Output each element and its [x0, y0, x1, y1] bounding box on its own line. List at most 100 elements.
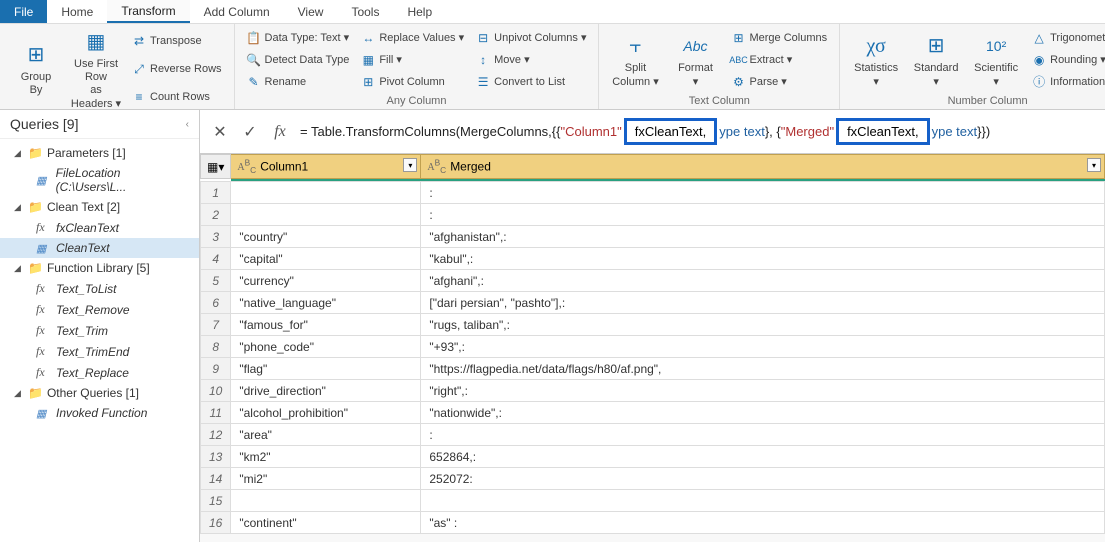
pivot-button[interactable]: ⊞Pivot Column [357, 74, 468, 91]
cell[interactable]: "native_language" [231, 292, 421, 314]
query-item[interactable]: ▦Invoked Function [0, 403, 199, 423]
query-item[interactable]: ▦CleanText [0, 238, 199, 258]
table-row[interactable]: 10"drive_direction""right",: [201, 380, 1105, 402]
cell[interactable]: "afghanistan",: [421, 226, 1105, 248]
row-number[interactable]: 8 [201, 336, 231, 358]
cell[interactable] [231, 490, 421, 512]
rename-button[interactable]: ✎Rename [243, 74, 354, 91]
query-group[interactable]: ◢📁Parameters [1] [0, 143, 199, 163]
table-row[interactable]: 14 "mi2"252072: [201, 468, 1105, 490]
filter-icon[interactable]: ▾ [403, 158, 417, 172]
column-header[interactable]: ABCColumn1▾ [231, 155, 421, 179]
cell[interactable]: "phone_code" [231, 336, 421, 358]
cell[interactable]: : [421, 182, 1105, 204]
cell[interactable]: "famous_for" [231, 314, 421, 336]
unpivot-button[interactable]: ⊟Unpivot Columns ▾ [472, 30, 590, 47]
cell[interactable]: "flag" [231, 358, 421, 380]
row-number[interactable]: 1 [201, 182, 231, 204]
cell[interactable]: "drive_direction" [231, 380, 421, 402]
cell[interactable]: "nationwide",: [421, 402, 1105, 424]
query-item[interactable]: fxText_ToList [0, 278, 199, 299]
cell[interactable]: "right",: [421, 380, 1105, 402]
cell[interactable]: "alcohol_prohibition" [231, 402, 421, 424]
cell[interactable] [421, 490, 1105, 512]
information-button[interactable]: ⓘInformation ▾ [1028, 74, 1105, 91]
table-row[interactable]: 8"phone_code""+93",: [201, 336, 1105, 358]
row-number[interactable]: 2 [201, 204, 231, 226]
cell[interactable]: "afghani",: [421, 270, 1105, 292]
query-item[interactable]: fxText_Remove [0, 299, 199, 320]
format-button[interactable]: Abc Format ▾ [667, 28, 723, 93]
accept-formula-button[interactable]: ✓ [240, 122, 260, 142]
row-number[interactable]: 5 [201, 270, 231, 292]
query-group[interactable]: ◢📁Function Library [5] [0, 258, 199, 278]
cell[interactable]: "https://flagpedia.net/data/flags/h80/af… [421, 358, 1105, 380]
tab-tools[interactable]: Tools [337, 0, 393, 23]
merge-columns-button[interactable]: ⊞Merge Columns [727, 30, 831, 47]
table-row[interactable]: 9"flag""https://flagpedia.net/data/flags… [201, 358, 1105, 380]
query-item[interactable]: fxText_Trim [0, 320, 199, 341]
query-group[interactable]: ◢📁Other Queries [1] [0, 383, 199, 403]
tab-add-column[interactable]: Add Column [190, 0, 284, 23]
cell[interactable]: ["dari persian", "pashto"],: [421, 292, 1105, 314]
formula-input[interactable]: = Table.TransformColumns(MergeColumns,{{… [300, 118, 1095, 145]
filter-icon[interactable]: ▾ [1087, 158, 1101, 172]
tab-transform[interactable]: Transform [107, 0, 189, 23]
rounding-button[interactable]: ◉Rounding ▾ [1028, 52, 1105, 69]
queries-header[interactable]: Queries [9] ‹ [0, 110, 199, 139]
row-number[interactable]: 9 [201, 358, 231, 380]
use-first-row-button[interactable]: ▦ Use First Row as Headers ▾ [68, 28, 124, 111]
tab-view[interactable]: View [284, 0, 338, 23]
row-number[interactable]: 4 [201, 248, 231, 270]
column-header[interactable]: ABCMerged▾ [421, 155, 1105, 179]
scientific-button[interactable]: 10² Scientific ▾ [968, 28, 1024, 93]
replace-values-button[interactable]: ↔Replace Values ▾ [357, 30, 468, 47]
row-number[interactable]: 3 [201, 226, 231, 248]
row-number[interactable]: 16 [201, 512, 231, 534]
cell[interactable]: "area" [231, 424, 421, 446]
split-column-button[interactable]: ⫟ Split Column ▾ [607, 28, 663, 93]
table-row[interactable]: 3"country""afghanistan",: [201, 226, 1105, 248]
standard-button[interactable]: ⊞ Standard ▾ [908, 28, 964, 93]
table-row[interactable]: 4"capital""kabul",: [201, 248, 1105, 270]
row-number[interactable]: 15 [201, 490, 231, 512]
query-item[interactable]: fxText_TrimEnd [0, 341, 199, 362]
table-row[interactable]: 5"currency""afghani",: [201, 270, 1105, 292]
cell[interactable]: 252072: [421, 468, 1105, 490]
cell[interactable]: "currency" [231, 270, 421, 292]
cell[interactable]: "country" [231, 226, 421, 248]
row-number[interactable]: 13 [201, 446, 231, 468]
cell[interactable]: : [421, 424, 1105, 446]
table-row[interactable]: 6"native_language"["dari persian", "pash… [201, 292, 1105, 314]
group-by-button[interactable]: ⊞ Group By [8, 28, 64, 111]
query-group[interactable]: ◢📁Clean Text [2] [0, 197, 199, 217]
table-row[interactable]: 13 "km2"652864,: [201, 446, 1105, 468]
fx-button[interactable]: fx [270, 122, 290, 142]
file-menu[interactable]: File [0, 0, 47, 23]
row-number[interactable]: 7 [201, 314, 231, 336]
cell[interactable]: "rugs, taliban",: [421, 314, 1105, 336]
cancel-formula-button[interactable]: ✕ [210, 122, 230, 142]
parse-button[interactable]: ⚙Parse ▾ [727, 74, 831, 91]
cell[interactable] [231, 182, 421, 204]
query-item[interactable]: fxfxCleanText [0, 217, 199, 238]
extract-button[interactable]: ABCExtract ▾ [727, 52, 831, 69]
statistics-button[interactable]: χσ Statistics ▾ [848, 28, 904, 93]
table-row[interactable]: 15 [201, 490, 1105, 512]
fill-button[interactable]: ▦Fill ▾ [357, 52, 468, 69]
chevron-left-icon[interactable]: ‹ [186, 119, 189, 130]
query-item[interactable]: fxText_Replace [0, 362, 199, 383]
cell[interactable]: "mi2" [231, 468, 421, 490]
cell[interactable]: : [421, 204, 1105, 226]
table-row[interactable]: 7"famous_for""rugs, taliban",: [201, 314, 1105, 336]
cell[interactable]: "as" : [421, 512, 1105, 534]
cell[interactable]: "continent" [231, 512, 421, 534]
table-row[interactable]: 2: [201, 204, 1105, 226]
row-number[interactable]: 10 [201, 380, 231, 402]
trig-button[interactable]: △Trigonometry ▾ [1028, 30, 1105, 47]
cell[interactable]: "capital" [231, 248, 421, 270]
move-button[interactable]: ↕Move ▾ [472, 52, 590, 69]
table-row[interactable]: 12"area": [201, 424, 1105, 446]
cell[interactable]: "+93",: [421, 336, 1105, 358]
data-type-button[interactable]: 📋Data Type: Text ▾ [243, 30, 354, 47]
